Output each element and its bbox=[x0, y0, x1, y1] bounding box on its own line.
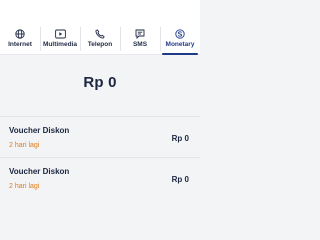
coin-icon bbox=[174, 28, 186, 40]
globe-icon bbox=[14, 28, 26, 40]
tab-sms-label: SMS bbox=[132, 41, 148, 48]
tab-telepon[interactable]: Telepon bbox=[80, 0, 120, 55]
tab-monetary-label: Monetary bbox=[165, 41, 195, 48]
tab-telepon-label: Telepon bbox=[87, 41, 113, 48]
tab-sms[interactable]: SMS bbox=[120, 0, 160, 55]
tab-monetary[interactable]: Monetary bbox=[160, 0, 200, 55]
voucher-expiry: 2 hari lagi bbox=[9, 142, 40, 149]
tab-internet-label: Internet bbox=[8, 41, 32, 48]
voucher-item[interactable]: Voucher Diskon 2 hari lagi Rp 0 bbox=[0, 116, 200, 157]
voucher-expiry: 2 hari lagi bbox=[9, 183, 40, 190]
tab-multimedia[interactable]: Multimedia bbox=[40, 0, 80, 55]
tab-multimedia-label: Multimedia bbox=[43, 41, 77, 48]
voucher-item[interactable]: Voucher Diskon 2 hari lagi Rp 0 bbox=[0, 157, 200, 198]
phone-icon bbox=[94, 28, 106, 40]
category-tab-bar: Internet Multimedia Telepon SMS Monetary bbox=[0, 0, 200, 55]
voucher-title: Voucher Diskon bbox=[9, 167, 70, 176]
balance-amount: Rp 0 bbox=[83, 74, 117, 91]
play-icon bbox=[54, 28, 66, 40]
voucher-price: Rp 0 bbox=[171, 175, 189, 184]
voucher-title: Voucher Diskon bbox=[9, 126, 70, 135]
voucher-list: Voucher Diskon 2 hari lagi Rp 0 Voucher … bbox=[0, 116, 200, 198]
message-icon bbox=[134, 28, 146, 40]
tab-internet[interactable]: Internet bbox=[0, 0, 40, 55]
voucher-price: Rp 0 bbox=[171, 134, 189, 143]
